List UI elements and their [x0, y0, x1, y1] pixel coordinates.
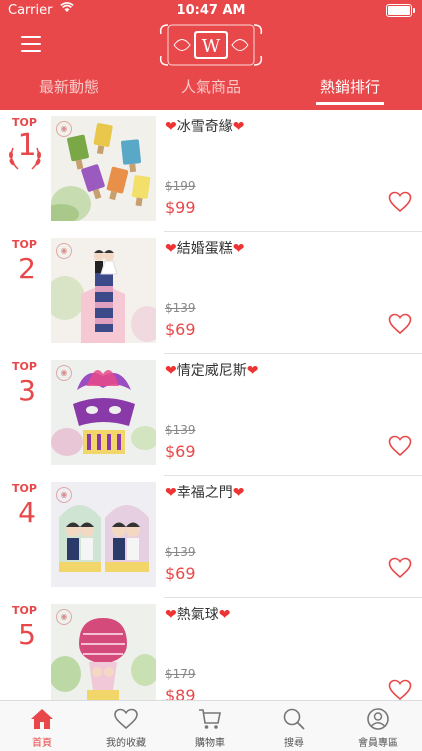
- product-name: ❤情定威尼斯❤: [165, 360, 258, 380]
- product-image[interactable]: ◉: [51, 604, 156, 700]
- product-image[interactable]: ◉: [51, 360, 156, 465]
- heart-icon: ❤: [165, 119, 177, 135]
- product-name: ❤冰雪奇緣❤: [165, 116, 244, 136]
- sale-price: $69: [165, 564, 196, 583]
- nav-favorites[interactable]: 我的收藏: [84, 707, 168, 749]
- tab-latest-label: 最新動態: [39, 78, 100, 96]
- top-label: TOP: [12, 360, 37, 373]
- sale-price: $69: [165, 442, 196, 461]
- favorite-heart-icon[interactable]: [388, 679, 412, 700]
- user-icon: [367, 708, 389, 730]
- tab-best-sellers-label: 熱銷排行: [320, 78, 381, 96]
- original-price: $199: [165, 179, 196, 193]
- sale-price: $99: [165, 198, 196, 217]
- heart-icon: ❤: [232, 485, 245, 501]
- app-header: Carrier 10:47 AM W 最新動態 人氣商品 熱銷排行: [0, 0, 422, 110]
- rank-number: 3: [18, 374, 36, 407]
- watermark-icon: ◉: [56, 243, 72, 259]
- product-name: ❤熱氣球❤: [165, 604, 230, 624]
- list-item[interactable]: TOP 2 ◉ ❤結婚蛋糕❤ $139 $69: [0, 232, 422, 354]
- product-name-text: 幸福之門: [176, 485, 233, 501]
- favorite-heart-icon[interactable]: [388, 313, 412, 335]
- heart-icon: [114, 708, 138, 730]
- rank-number: 4: [18, 496, 36, 529]
- hamburger-menu-icon[interactable]: [21, 36, 41, 52]
- watermark-icon: ◉: [56, 609, 72, 625]
- laurel-icon: [9, 147, 41, 170]
- status-bar: Carrier 10:47 AM: [0, 0, 422, 22]
- battery-icon: [386, 4, 415, 17]
- product-name: ❤結婚蛋糕❤: [165, 238, 244, 258]
- original-price: $139: [165, 423, 196, 437]
- nav-cart-label: 購物車: [195, 738, 225, 749]
- rank-number: 2: [18, 252, 36, 285]
- bottom-tab-bar: 首頁 我的收藏 購物車 搜尋 會員專區: [0, 700, 422, 751]
- cart-icon: [199, 709, 221, 729]
- product-name-text: 結婚蛋糕: [176, 241, 233, 257]
- nav-favorites-label: 我的收藏: [106, 738, 146, 749]
- heart-icon: ❤: [218, 607, 231, 623]
- nav-home-label: 首頁: [32, 738, 52, 749]
- active-tab-indicator: [316, 102, 385, 105]
- top-label: TOP: [12, 238, 37, 251]
- nav-search-label: 搜尋: [284, 738, 304, 749]
- heart-icon: ❤: [246, 363, 259, 379]
- brand-logo: W: [156, 20, 266, 70]
- nav-search[interactable]: 搜尋: [252, 707, 336, 749]
- nav-home[interactable]: 首頁: [0, 707, 84, 749]
- sale-price: $69: [165, 320, 196, 339]
- heart-icon: ❤: [232, 241, 245, 257]
- favorite-heart-icon[interactable]: [388, 435, 412, 457]
- product-name-text: 情定威尼斯: [176, 363, 247, 379]
- watermark-icon: ◉: [56, 365, 72, 381]
- product-name-text: 冰雪奇緣: [176, 119, 233, 135]
- home-icon: [31, 709, 53, 729]
- logo-letter: W: [202, 36, 221, 57]
- top-label: TOP: [12, 604, 37, 617]
- nav-cart[interactable]: 購物車: [168, 707, 252, 749]
- list-item[interactable]: TOP 4 ◉ ❤幸福之門❤ $139 $69: [0, 476, 422, 598]
- product-name: ❤幸福之門❤: [165, 482, 244, 502]
- nav-member[interactable]: 會員專區: [336, 707, 420, 749]
- ranking-list: TOP 1 ◉ ❤冰雪奇緣❤ $199 $99 TOP 2 ◉ ❤結婚蛋糕❤ $…: [0, 110, 422, 700]
- heart-icon: ❤: [232, 119, 245, 135]
- original-price: $179: [165, 667, 196, 681]
- product-image[interactable]: ◉: [51, 116, 156, 221]
- tab-latest[interactable]: 最新動態: [39, 76, 99, 97]
- clock: 10:47 AM: [176, 3, 246, 18]
- favorite-heart-icon[interactable]: [388, 191, 412, 213]
- product-image[interactable]: ◉: [51, 238, 156, 343]
- list-item[interactable]: TOP 5 ◉ ❤熱氣球❤ $179 $89: [0, 598, 422, 700]
- heart-icon: ❤: [165, 363, 177, 379]
- tab-popular-label: 人氣商品: [181, 78, 242, 96]
- search-icon: [283, 708, 305, 730]
- nav-member-label: 會員專區: [358, 738, 398, 749]
- heart-icon: ❤: [165, 485, 177, 501]
- watermark-icon: ◉: [56, 121, 72, 137]
- top-label: TOP: [12, 482, 37, 495]
- heart-icon: ❤: [165, 241, 177, 257]
- product-image[interactable]: ◉: [51, 482, 156, 587]
- tab-best-sellers[interactable]: 熱銷排行: [316, 76, 385, 105]
- heart-icon: ❤: [165, 607, 177, 623]
- rank-number: 5: [18, 618, 36, 651]
- product-name-text: 熱氣球: [176, 607, 219, 623]
- list-item[interactable]: TOP 3 ◉ ❤情定威尼斯❤ $139 $69: [0, 354, 422, 476]
- tab-popular[interactable]: 人氣商品: [181, 76, 241, 97]
- watermark-icon: ◉: [56, 487, 72, 503]
- sale-price: $89: [165, 686, 196, 700]
- category-tabs: 最新動態 人氣商品 熱銷排行: [0, 72, 422, 110]
- list-item[interactable]: TOP 1 ◉ ❤冰雪奇緣❤ $199 $99: [0, 110, 422, 232]
- favorite-heart-icon[interactable]: [388, 557, 412, 579]
- original-price: $139: [165, 301, 196, 315]
- original-price: $139: [165, 545, 196, 559]
